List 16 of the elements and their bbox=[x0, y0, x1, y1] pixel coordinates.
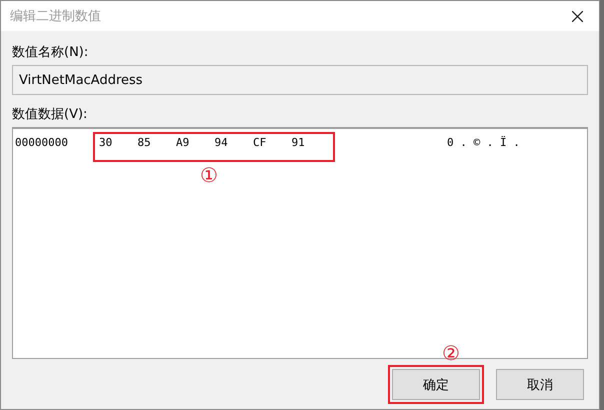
ascii-text: 0 . © . Ï . bbox=[447, 136, 520, 149]
hex-byte: 30 bbox=[99, 136, 114, 151]
close-icon bbox=[572, 10, 582, 22]
dialog-button[interactable]: 确定 bbox=[388, 365, 484, 404]
hex-byte: CF bbox=[253, 136, 268, 151]
window-title: 编辑二进制数值 bbox=[10, 8, 101, 25]
value-name-field[interactable]: VirtNetMacAddress bbox=[12, 65, 588, 95]
field-label: 数值数据(V): bbox=[12, 106, 88, 123]
hex-byte: 91 bbox=[292, 136, 306, 151]
hex-offset: 00000000 bbox=[15, 136, 69, 149]
hex-byte: 85 bbox=[138, 136, 152, 151]
annotation-mark: ① bbox=[200, 165, 218, 185]
field-label: 数值名称(N): bbox=[12, 44, 90, 61]
hex-byte: 94 bbox=[214, 136, 229, 151]
hex-byte: A9 bbox=[176, 136, 190, 151]
dialog-button[interactable]: 取消 bbox=[496, 369, 584, 400]
